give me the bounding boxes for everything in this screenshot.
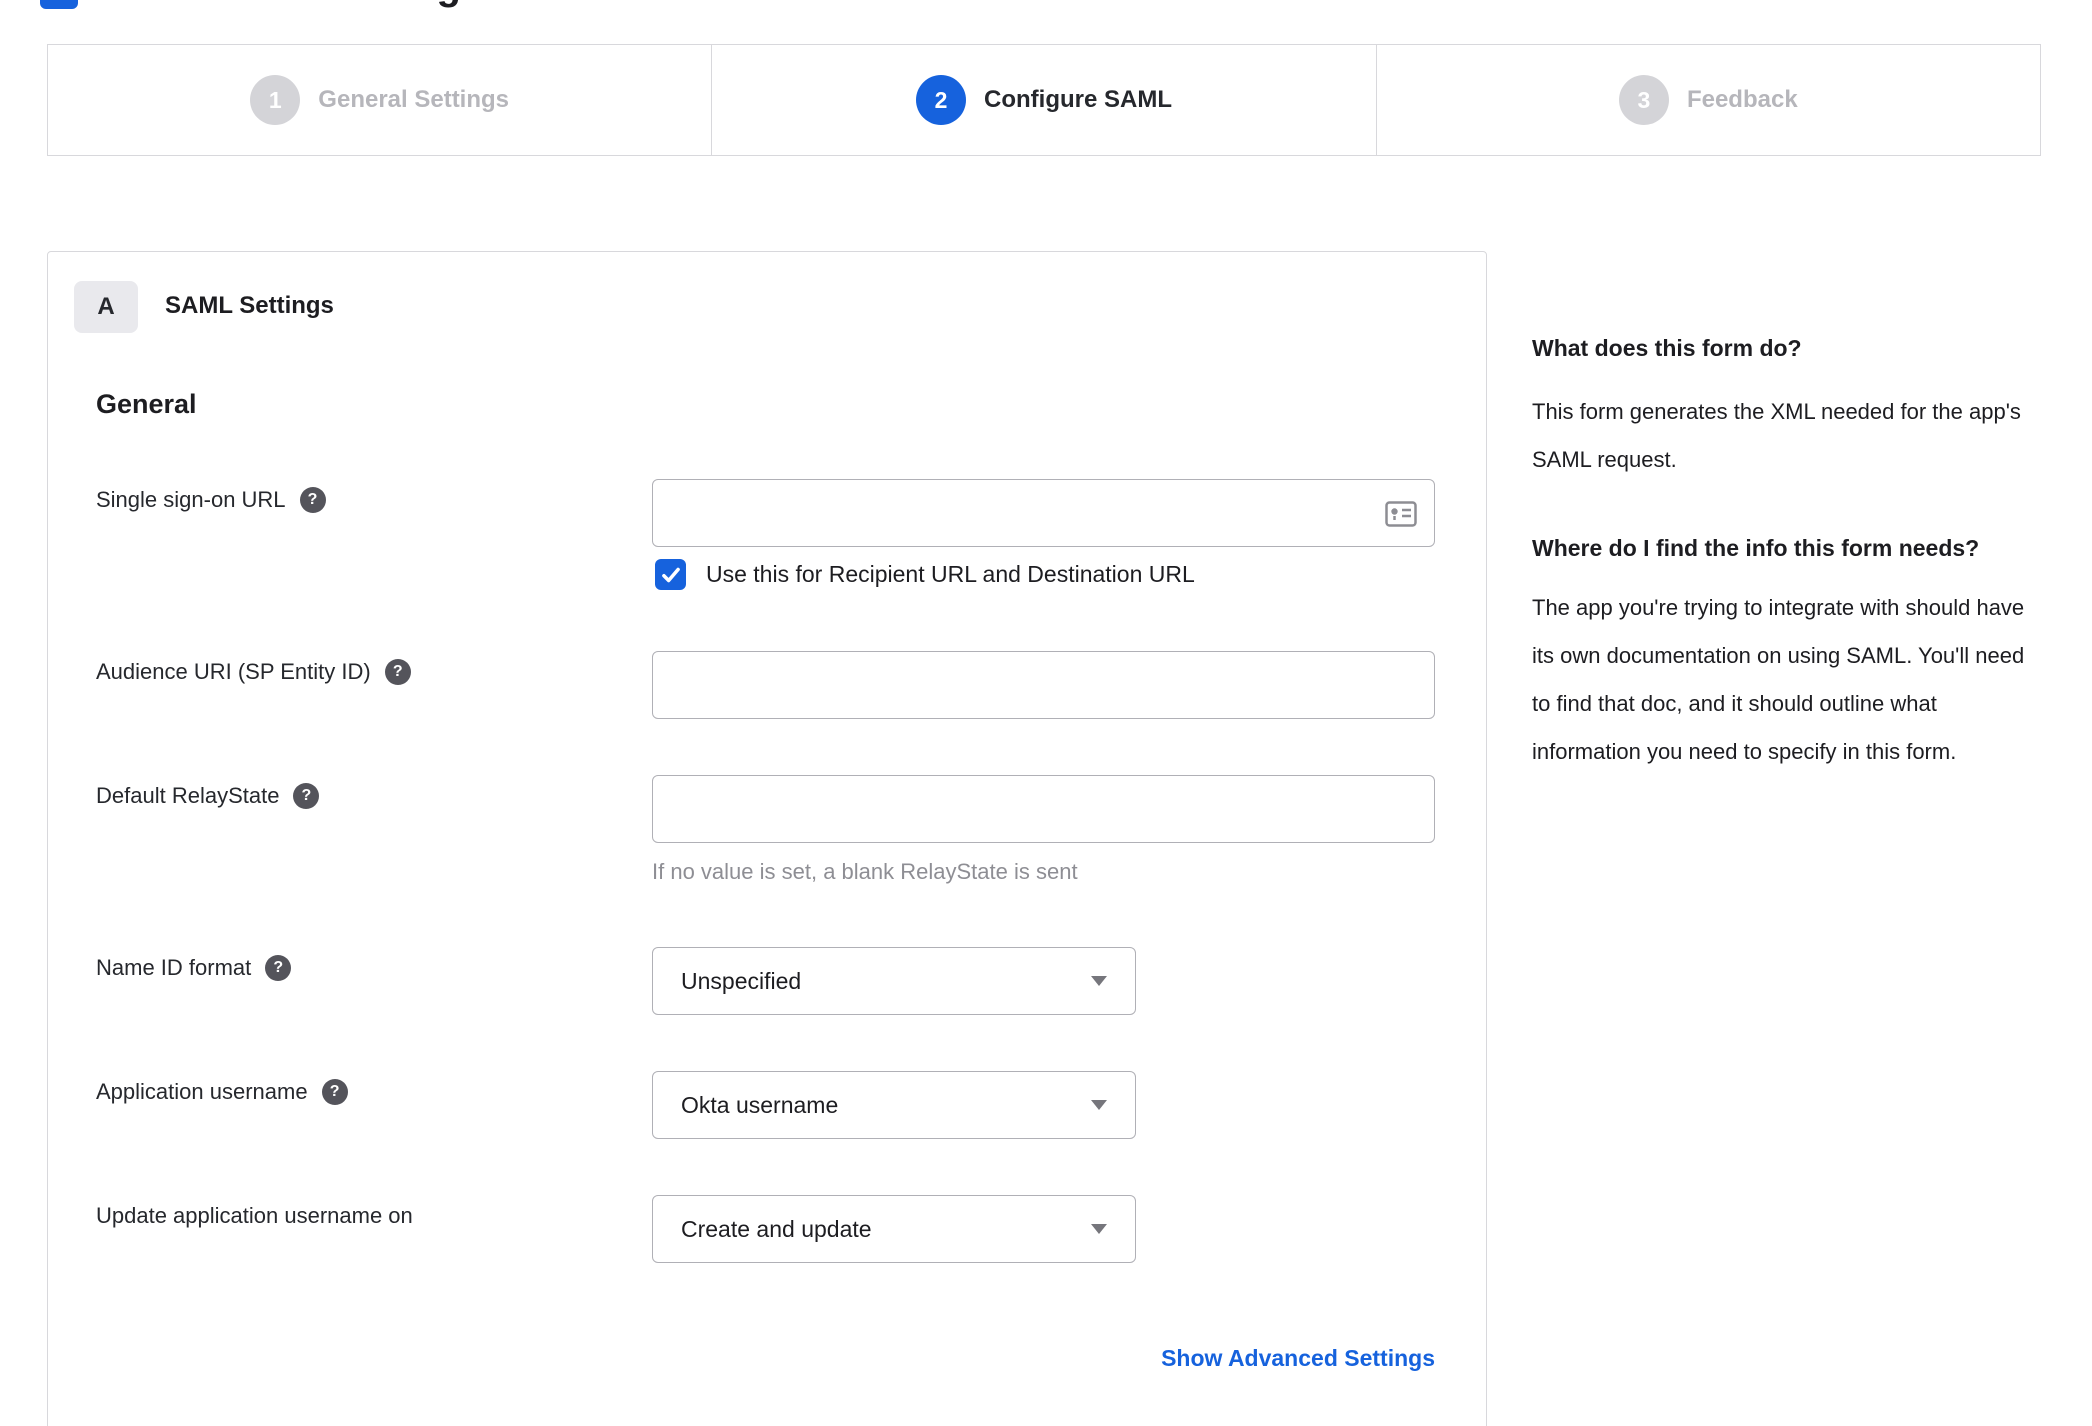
help-icon[interactable]: ?	[299, 487, 326, 513]
relay-state-label: Default RelayState ?	[96, 783, 320, 809]
step-label: Configure SAML	[984, 86, 1172, 113]
recipient-url-checkbox-row: Use this for Recipient URL and Destinati…	[655, 559, 1195, 590]
audience-uri-label-text: Audience URI (SP Entity ID)	[96, 659, 371, 684]
help-question-1: What does this form do?	[1532, 335, 1802, 361]
sso-url-label: Single sign-on URL ?	[96, 487, 326, 513]
step-general-settings[interactable]: 1 General Settings	[48, 45, 711, 155]
help-icon[interactable]: ?	[321, 1079, 348, 1105]
name-id-format-label-text: Name ID format	[96, 955, 252, 980]
clipped-page-header: Create SAML Integration	[0, 0, 2092, 15]
chevron-down-icon	[1091, 1100, 1107, 1110]
update-username-select[interactable]: Create and update	[652, 1195, 1136, 1263]
relay-state-label-text: Default RelayState	[96, 783, 280, 808]
page-title: Create SAML Integration	[106, 0, 572, 9]
application-username-label: Application username ?	[96, 1079, 348, 1105]
chevron-down-icon	[1091, 1224, 1107, 1234]
step-label: General Settings	[318, 86, 510, 113]
audience-uri-label: Audience URI (SP Entity ID) ?	[96, 659, 411, 685]
recipient-url-checkbox-label: Use this for Recipient URL and Destinati…	[706, 561, 1195, 587]
help-icon[interactable]: ?	[384, 659, 411, 685]
section-title: SAML Settings	[165, 292, 334, 319]
relay-state-hint: If no value is set, a blank RelayState i…	[652, 859, 1078, 884]
help-answer-2: The app you're trying to integrate with …	[1532, 595, 2025, 764]
help-sidebar: What does this form do? This form genera…	[1532, 326, 2037, 776]
application-username-value: Okta username	[681, 1091, 839, 1118]
step-number-badge: 1	[250, 75, 301, 125]
name-id-format-label: Name ID format ?	[96, 955, 292, 981]
chevron-down-icon	[1091, 976, 1107, 986]
update-username-value: Create and update	[681, 1215, 872, 1242]
help-icon[interactable]: ?	[265, 955, 292, 981]
wizard-stepper: 1 General Settings 2 Configure SAML 3 Fe…	[47, 44, 2041, 156]
step-number-badge: 3	[1618, 75, 1669, 125]
step-number-badge: 2	[916, 75, 966, 125]
page: Create SAML Integration 1 General Settin…	[0, 0, 2092, 1426]
show-advanced-settings-link[interactable]: Show Advanced Settings	[652, 1345, 1435, 1372]
check-icon	[661, 567, 680, 582]
audience-uri-input[interactable]	[652, 651, 1435, 719]
app-logo-icon	[40, 0, 78, 9]
application-username-select[interactable]: Okta username	[652, 1071, 1136, 1139]
help-question-2: Where do I find the info this form needs…	[1532, 535, 1980, 561]
step-configure-saml[interactable]: 2 Configure SAML	[711, 45, 1375, 155]
relay-state-input[interactable]	[652, 775, 1435, 843]
update-username-label-text: Update application username on	[96, 1203, 413, 1228]
help-icon[interactable]: ?	[293, 783, 320, 809]
sso-url-input-wrap	[652, 479, 1435, 547]
section-a-badge: A	[74, 281, 138, 333]
sso-url-label-text: Single sign-on URL	[96, 487, 286, 512]
saml-settings-panel: A SAML Settings General Single sign-on U…	[47, 251, 1487, 1426]
step-label: Feedback	[1686, 86, 1798, 113]
application-username-label-text: Application username	[96, 1079, 308, 1104]
name-id-format-value: Unspecified	[681, 967, 802, 994]
general-group-title: General	[96, 389, 197, 419]
sso-url-input[interactable]	[652, 479, 1435, 547]
step-feedback[interactable]: 3 Feedback	[1375, 45, 2040, 155]
name-id-format-select[interactable]: Unspecified	[652, 947, 1136, 1015]
update-username-label: Update application username on	[96, 1203, 413, 1229]
help-answer-1: This form generates the XML needed for t…	[1532, 399, 2021, 472]
use-for-recipient-checkbox[interactable]	[655, 559, 686, 590]
